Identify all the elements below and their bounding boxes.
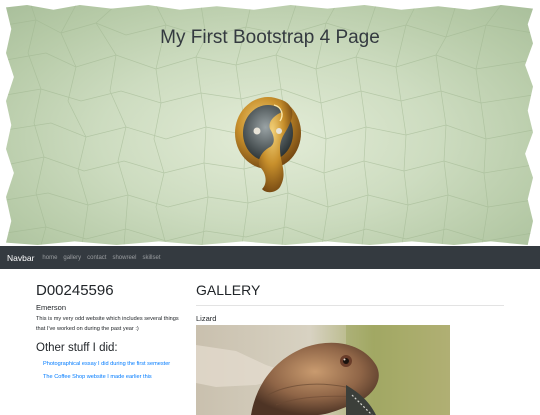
nav-link-showreel[interactable]: showreel xyxy=(112,255,136,261)
art-nouveau-mirror-image xyxy=(235,97,301,193)
header-banner: My First Bootstrap 4 Page xyxy=(0,0,540,246)
project-link-photo-essay[interactable]: Photographical essay I did during the fi… xyxy=(43,360,186,370)
gallery-section: GALLERY Lizard xyxy=(196,282,504,415)
navbar: Navbar home gallery contact showreel ski… xyxy=(0,246,540,269)
gallery-item-caption: Lizard xyxy=(196,314,217,323)
other-stuff-heading: Other stuff I did: xyxy=(36,341,118,354)
intro-text: This is my very odd website which includ… xyxy=(36,316,179,332)
nav-link-home[interactable]: home xyxy=(42,255,57,261)
student-name: Emerson xyxy=(36,303,67,312)
profile-column: D00245596 Emerson This is my very odd we… xyxy=(36,282,186,387)
project-link-coffee-shop[interactable]: The Coffee Shop website I made earlier t… xyxy=(43,373,186,383)
lizard-photo xyxy=(196,325,450,415)
navbar-brand[interactable]: Navbar xyxy=(7,253,34,263)
page-title: My First Bootstrap 4 Page xyxy=(160,27,380,48)
nav-link-contact[interactable]: contact xyxy=(87,255,106,261)
gallery-heading: GALLERY xyxy=(196,282,261,298)
student-id-heading: D00245596 xyxy=(36,282,114,299)
divider xyxy=(196,305,504,306)
nav-link-gallery[interactable]: gallery xyxy=(63,255,81,261)
project-links-list: Photographical essay I did during the fi… xyxy=(36,360,186,384)
nav-link-skillset[interactable]: skillset xyxy=(142,255,160,261)
